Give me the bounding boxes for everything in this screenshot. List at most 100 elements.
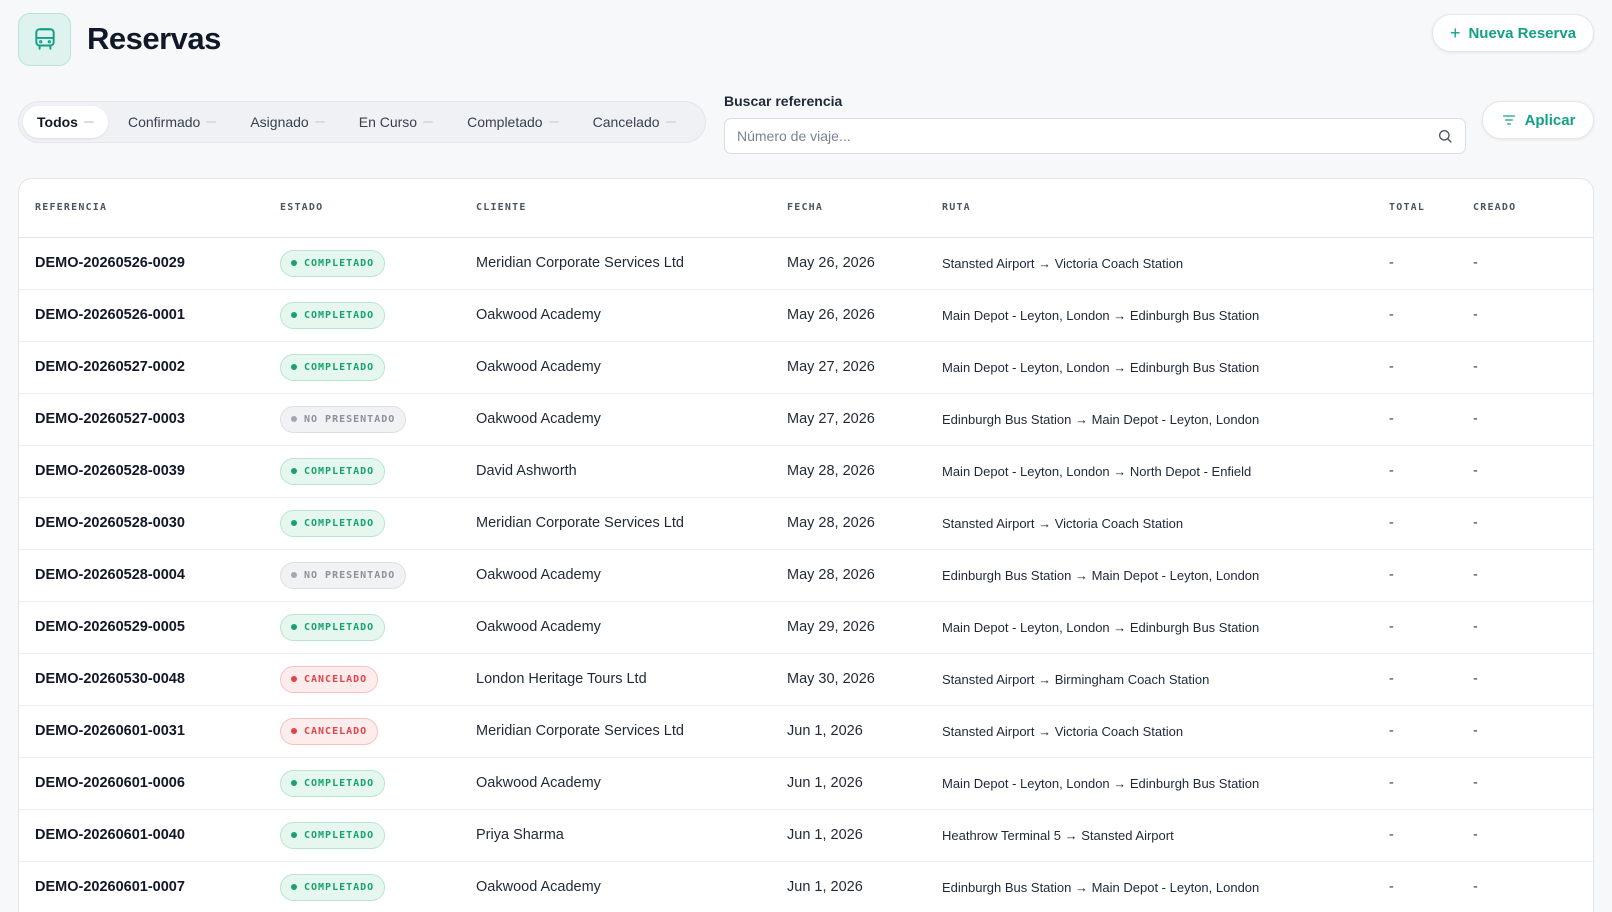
reference-cell: DEMO-20260526-0029 [19, 237, 264, 290]
client-cell: Oakwood Academy [460, 757, 771, 810]
table-row[interactable]: DEMO-20260530-0048 CANCELADO London Herita… [19, 653, 1593, 706]
tab-count-placeholder [83, 121, 94, 123]
client-cell: Oakwood Academy [460, 549, 771, 602]
date-cell: May 29, 2026 [771, 601, 926, 654]
search-box [724, 118, 1466, 154]
total-cell: - [1373, 393, 1457, 446]
status-label: NO PRESENTADO [304, 413, 396, 425]
table-row[interactable]: DEMO-20260528-0039 COMPLETADO David Ashwor… [19, 445, 1593, 498]
tab-label: Asignado [250, 114, 309, 130]
status-cell: COMPLETADO [264, 861, 460, 912]
client-cell: Oakwood Academy [460, 393, 771, 446]
table-row[interactable]: DEMO-20260529-0005 COMPLETADO Oakwood Acad… [19, 601, 1593, 654]
filter-icon [1501, 112, 1517, 128]
route-cell: Stansted Airport → Victoria Coach Statio… [926, 705, 1373, 758]
status-dot-icon [291, 260, 297, 266]
status-dot-icon [291, 676, 297, 682]
created-cell: - [1457, 497, 1593, 550]
column-header-referencia[interactable]: REFERENCIA [19, 179, 264, 238]
route-cell: Edinburgh Bus Station → Main Depot - Ley… [926, 393, 1373, 446]
tab-todos[interactable]: Todos [23, 106, 108, 138]
table-row[interactable]: DEMO-20260528-0004 NO PRESENTADO Oakwood A… [19, 549, 1593, 602]
date-cell: May 28, 2026 [771, 445, 926, 498]
table-row[interactable]: DEMO-20260601-0007 COMPLETADO Oakwood Acad… [19, 861, 1593, 912]
client-cell: Oakwood Academy [460, 601, 771, 654]
status-badge: COMPLETADO [280, 301, 386, 329]
apply-filter-label: Aplicar [1524, 111, 1576, 129]
route-cell: Edinburgh Bus Station → Main Depot - Ley… [926, 861, 1373, 912]
column-header-creado[interactable]: CREADO [1457, 179, 1593, 238]
search-icon[interactable] [1437, 128, 1453, 144]
route-cell: Stansted Airport → Victoria Coach Statio… [926, 497, 1373, 550]
status-badge: COMPLETADO [280, 613, 386, 641]
status-label: COMPLETADO [304, 309, 375, 321]
status-cell: COMPLETADO [264, 601, 460, 654]
total-cell: - [1373, 497, 1457, 550]
tab-label: Confirmado [127, 114, 201, 130]
route-cell: Heathrow Terminal 5 → Stansted Airport [926, 809, 1373, 862]
tab-cancelado[interactable]: Cancelado [579, 106, 690, 138]
tab-label: Completado [467, 114, 543, 130]
status-dot-icon [291, 520, 297, 526]
table-row[interactable]: DEMO-20260526-0029 COMPLETADO Meridian Cor… [19, 237, 1593, 290]
status-dot-icon [291, 364, 297, 370]
date-cell: May 26, 2026 [771, 237, 926, 290]
total-cell: - [1373, 445, 1457, 498]
reference-cell: DEMO-20260530-0048 [19, 653, 264, 706]
status-badge: NO PRESENTADO [280, 561, 407, 589]
table-row[interactable]: DEMO-20260527-0002 COMPLETADO Oakwood Acad… [19, 341, 1593, 394]
table-row[interactable]: DEMO-20260528-0030 COMPLETADO Meridian Cor… [19, 497, 1593, 550]
created-cell: - [1457, 653, 1593, 706]
reference-cell: DEMO-20260527-0003 [19, 393, 264, 446]
column-header-estado[interactable]: ESTADO [264, 179, 460, 238]
total-cell: - [1373, 237, 1457, 290]
reference-cell: DEMO-20260601-0007 [19, 861, 264, 912]
bookings-table: REFERENCIA ESTADO CLIENTE FECHA RUTA TOTAL CRE… [19, 179, 1593, 912]
created-cell: - [1457, 809, 1593, 862]
table-header-row: REFERENCIA ESTADO CLIENTE FECHA RUTA TOTAL CRE… [19, 179, 1593, 238]
status-label: COMPLETADO [304, 361, 375, 373]
new-booking-button[interactable]: + Nueva Reserva [1432, 14, 1594, 52]
status-dot-icon [291, 416, 297, 422]
client-cell: Oakwood Academy [460, 289, 771, 342]
status-dot-icon [291, 728, 297, 734]
date-cell: May 28, 2026 [771, 497, 926, 550]
client-cell: Meridian Corporate Services Ltd [460, 705, 771, 758]
status-dot-icon [291, 572, 297, 578]
status-cell: COMPLETADO [264, 809, 460, 862]
search-input[interactable] [737, 128, 1437, 144]
status-badge: COMPLETADO [280, 873, 386, 901]
total-cell: - [1373, 705, 1457, 758]
table-row[interactable]: DEMO-20260601-0031 CANCELADO Meridian Corp… [19, 705, 1593, 758]
created-cell: - [1457, 289, 1593, 342]
status-badge: COMPLETADO [280, 457, 386, 485]
status-badge: CANCELADO [280, 717, 379, 745]
date-cell: Jun 1, 2026 [771, 757, 926, 810]
tab-en-curso[interactable]: En Curso [345, 106, 447, 138]
status-cell: NO PRESENTADO [264, 393, 460, 446]
apply-filter-button[interactable]: Aplicar [1482, 101, 1594, 139]
table-row[interactable]: DEMO-20260601-0040 COMPLETADO Priya Sharma… [19, 809, 1593, 862]
column-header-ruta[interactable]: RUTA [926, 179, 1373, 238]
tab-label: Todos [37, 114, 78, 130]
route-cell: Main Depot - Leyton, London → Edinburgh … [926, 289, 1373, 342]
column-header-fecha[interactable]: FECHA [771, 179, 926, 238]
created-cell: - [1457, 705, 1593, 758]
date-cell: Jun 1, 2026 [771, 861, 926, 912]
table-row[interactable]: DEMO-20260601-0006 COMPLETADO Oakwood Acad… [19, 757, 1593, 810]
column-header-total[interactable]: TOTAL [1373, 179, 1457, 238]
tab-asignado[interactable]: Asignado [236, 106, 338, 138]
client-cell: Meridian Corporate Services Ltd [460, 237, 771, 290]
status-dot-icon [291, 312, 297, 318]
date-cell: May 27, 2026 [771, 393, 926, 446]
table-row[interactable]: DEMO-20260527-0003 NO PRESENTADO Oakwood A… [19, 393, 1593, 446]
tab-completado[interactable]: Completado [453, 106, 573, 138]
status-dot-icon [291, 780, 297, 786]
search-label: Buscar referencia [724, 93, 843, 109]
tab-count-placeholder [548, 121, 559, 123]
tab-count-placeholder [423, 121, 434, 123]
status-cell: NO PRESENTADO [264, 549, 460, 602]
column-header-cliente[interactable]: CLIENTE [460, 179, 771, 238]
tab-confirmado[interactable]: Confirmado [114, 106, 230, 138]
table-row[interactable]: DEMO-20260526-0001 COMPLETADO Oakwood Acad… [19, 289, 1593, 342]
